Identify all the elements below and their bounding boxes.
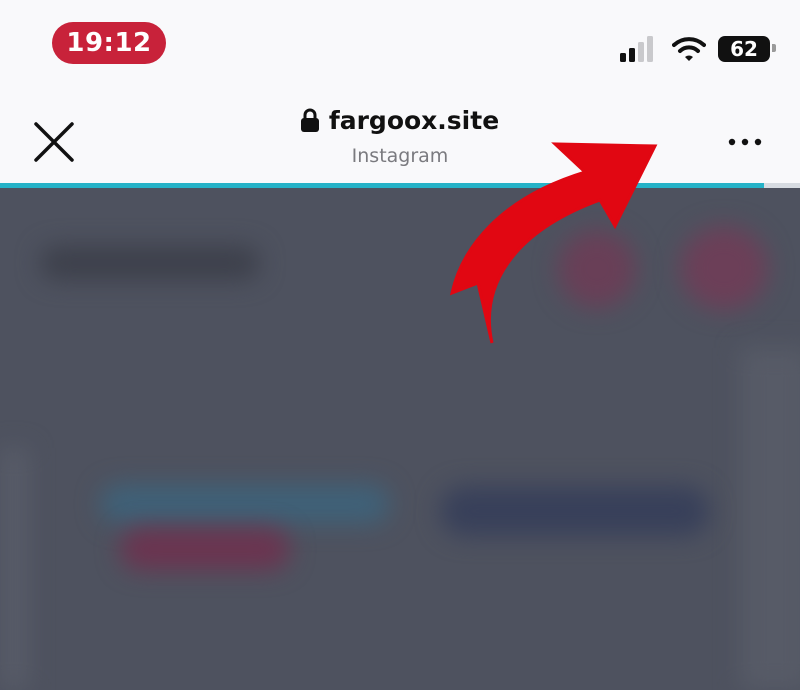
site-address: fargoox.site — [0, 106, 800, 135]
time-indicator: 19:12 — [52, 22, 166, 64]
site-subtitle: Instagram — [351, 145, 449, 167]
battery-level: 62 — [730, 37, 758, 61]
blurred-web-content — [0, 188, 800, 690]
blurred-header-text — [40, 246, 260, 280]
blurred-button — [120, 528, 290, 570]
site-domain: fargoox.site — [328, 106, 500, 135]
lock-icon — [300, 108, 319, 132]
battery-icon: 62 — [718, 36, 770, 62]
blurred-left-strip — [0, 448, 28, 690]
blurred-right-strip — [740, 348, 800, 690]
status-bar: 19:12 62 — [0, 0, 800, 90]
blurred-input — [440, 486, 710, 536]
cellular-signal-icon — [620, 36, 653, 62]
phone-screen: 19:12 62 fargoox.site Instagram — [0, 0, 800, 690]
blurred-link-text — [100, 484, 390, 524]
blurred-avatar — [680, 226, 768, 310]
more-options-icon[interactable] — [722, 130, 770, 154]
red-curved-arrow-icon — [449, 142, 658, 344]
battery-nub — [772, 44, 776, 52]
in-app-browser-header: fargoox.site Instagram — [0, 90, 800, 183]
wifi-icon — [672, 37, 706, 61]
